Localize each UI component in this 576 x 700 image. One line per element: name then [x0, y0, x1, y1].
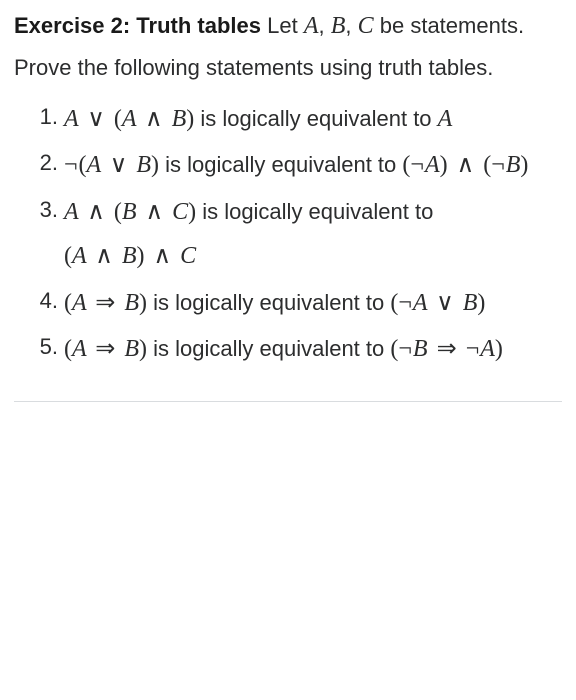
comma: , — [345, 13, 357, 38]
divider — [14, 401, 562, 402]
item-number: 2. — [32, 143, 58, 184]
equiv-text: is logically equivalent to — [196, 199, 433, 224]
math-expression-lhs: (A ⇒ B) — [64, 336, 147, 362]
math-expression-lhs: (A ⇒ B) — [64, 290, 147, 316]
item-number: 4. — [32, 281, 58, 322]
math-expression-rhs: (¬B ⇒ ¬A) — [390, 336, 503, 362]
item-number: 5. — [32, 327, 58, 368]
var-b: B — [331, 13, 346, 39]
equiv-text: is logically equivalent to — [147, 290, 390, 315]
math-expression-lhs: A ∧ (B ∧ C) — [64, 199, 196, 225]
list-item: 1. A ∨ (A ∧ B) is logically equivalent t… — [64, 97, 562, 143]
equiv-text: is logically equivalent to — [194, 106, 437, 131]
item-number: 3. — [32, 190, 58, 231]
math-expression-lhs: A ∨ (A ∧ B) — [64, 106, 194, 132]
math-expression-rhs: (A ∧ B) ∧ C — [64, 243, 196, 269]
problem-list: 1. A ∨ (A ∧ B) is logically equivalent t… — [14, 91, 562, 373]
equiv-text: is logically equivalent to — [147, 336, 390, 361]
var-c: C — [358, 13, 374, 39]
math-expression-rhs: A — [438, 106, 453, 132]
list-item: 5. (A ⇒ B) is logically equivalent to (¬… — [64, 327, 562, 373]
exercise-header: Exercise 2: Truth tables Let A, B, C be … — [14, 4, 562, 89]
list-item: 3. A ∧ (B ∧ C) is logically equivalent t… — [64, 190, 562, 281]
list-item: 2. ¬(A ∨ B) is logically equivalent to (… — [64, 143, 562, 189]
exercise-title: Exercise 2: Truth tables — [14, 13, 261, 38]
list-item: 4. (A ⇒ B) is logically equivalent to (¬… — [64, 281, 562, 327]
math-expression-rhs: (¬A) ∧ (¬B) — [402, 152, 528, 178]
intro-text-1: Let — [261, 13, 304, 38]
math-expression-rhs: (¬A ∨ B) — [390, 290, 485, 316]
equiv-text: is logically equivalent to — [159, 152, 402, 177]
math-expression-lhs: ¬(A ∨ B) — [64, 152, 159, 178]
item-number: 1. — [32, 97, 58, 138]
var-a: A — [304, 13, 319, 39]
comma: , — [318, 13, 330, 38]
